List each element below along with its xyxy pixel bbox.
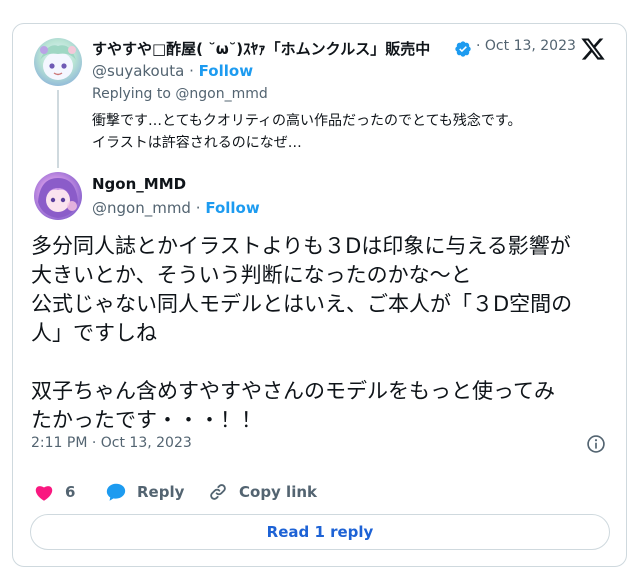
main-text-line: 公式じゃない同人モデルとはいえ、ご本人が「３D空間の	[31, 292, 573, 316]
quoted-date-text: Oct 13, 2023	[484, 38, 576, 54]
verified-badge-icon	[455, 41, 471, 57]
reply-button[interactable]: Reply	[105, 478, 184, 506]
avatar-illustration	[38, 178, 78, 218]
heart-icon	[35, 486, 53, 501]
quoted-handle-line: @suyakouta · Follow	[92, 62, 253, 80]
info-icon[interactable]	[586, 434, 606, 454]
quoted-tweet-text: 衝撃です…とてもクオリティの高い作品だったのでとても残念です。 イラストは許容さ…	[92, 110, 617, 154]
copy-link-button[interactable]: Copy link	[207, 478, 317, 506]
follow-button-main[interactable]: Follow	[205, 199, 259, 217]
replying-to-label: Replying to @ngon_mmd	[92, 86, 268, 102]
separator-dot: ·	[189, 62, 194, 80]
quoted-date[interactable]: · Oct 13, 2023	[476, 38, 576, 54]
like-count: 6	[65, 483, 76, 501]
separator-dot: ·	[195, 199, 201, 217]
x-logo-icon[interactable]	[580, 36, 606, 62]
like-button[interactable]: 6	[33, 478, 75, 506]
thread-connector-line	[57, 90, 59, 168]
main-text-line: 大きいとか、そういう判断になったのかな〜と	[31, 263, 472, 287]
avatar-illustration	[40, 45, 76, 80]
speech-bubble-icon	[106, 483, 126, 501]
main-text-line: 人」ですしね	[31, 321, 157, 345]
link-icon	[210, 484, 226, 500]
main-text-line: 双子ちゃん含めすやすやさんのモデルをもっと使ってみ	[31, 379, 555, 403]
main-text-line: 多分同人誌とかイラストよりも３Dは印象に与える影響が	[31, 234, 571, 258]
main-author-name[interactable]: Ngon_MMD	[92, 175, 186, 193]
main-handle-line: @ngon_mmd · Follow	[92, 199, 260, 217]
main-text-blank-line	[31, 348, 621, 377]
copy-link-label: Copy link	[239, 483, 317, 501]
main-tweet-text: 多分同人誌とかイラストよりも３Dは印象に与える影響が 大きいとか、そういう判断に…	[31, 232, 621, 435]
reply-label: Reply	[137, 483, 185, 501]
ngon-mmd-avatar[interactable]	[34, 172, 82, 220]
quoted-text-line: イラストは許容されるのになぜ…	[92, 135, 302, 151]
read-replies-button[interactable]: Read 1 reply	[30, 514, 610, 550]
quoted-handle[interactable]: @suyakouta	[92, 62, 184, 80]
tweet-embed-card: すやすや□酢屋( ˘ω˘)ｽﾔｧ「ホムンクルス」販売中 · Oct 13, 20…	[12, 23, 627, 567]
main-handle[interactable]: @ngon_mmd	[92, 199, 191, 217]
main-text-line: たかったです・・・！！	[31, 408, 262, 432]
quoted-author-name[interactable]: すやすや□酢屋( ˘ω˘)ｽﾔｧ「ホムンクルス」販売中	[92, 38, 444, 59]
follow-button-quoted[interactable]: Follow	[199, 62, 253, 80]
suyakouta-avatar[interactable]	[34, 38, 82, 86]
quoted-text-line: 衝撃です…とてもクオリティの高い作品だったのでとても残念です。	[92, 113, 522, 129]
tweet-timestamp[interactable]: 2:11 PM · Oct 13, 2023	[31, 435, 192, 451]
